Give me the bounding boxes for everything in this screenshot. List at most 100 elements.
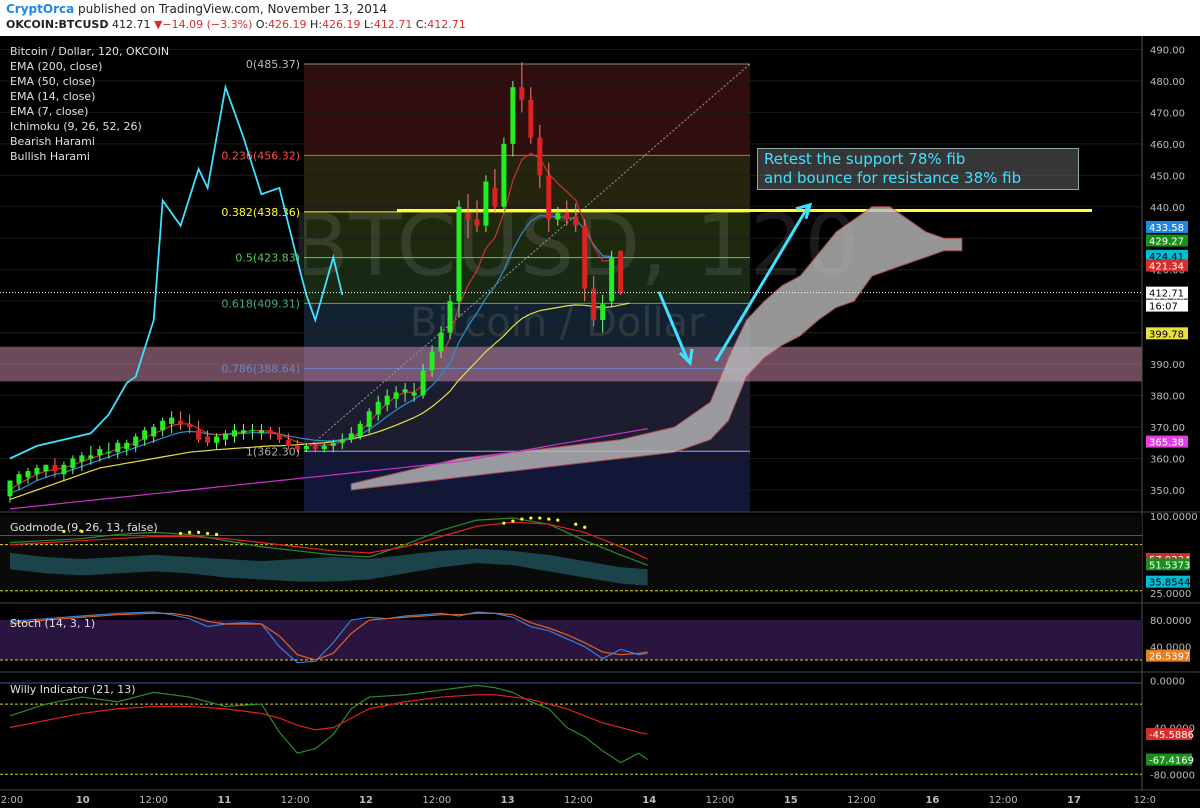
candle-body (339, 439, 345, 443)
candle-body (618, 250, 624, 293)
candle-body (187, 423, 193, 428)
candle-body (411, 392, 417, 396)
candle-body (240, 430, 246, 434)
godmode-dot (214, 532, 219, 537)
godmode-badge-label: 51.5373 (1149, 560, 1190, 571)
candle (618, 250, 624, 295)
candle-body (196, 430, 202, 440)
willy-badge-label: -67.4169 (1149, 756, 1194, 767)
candle-body (124, 442, 130, 450)
candle-body (205, 436, 211, 443)
candle-body (88, 455, 94, 459)
candle-body (214, 436, 220, 443)
candle (609, 250, 615, 308)
willy-badge-label: -45.5886 (1149, 730, 1194, 741)
godmode-y-tick: 25.0000 (1150, 589, 1191, 600)
y-tick-label: 390.00 (1150, 360, 1185, 371)
y-tick-label: 460.00 (1150, 140, 1185, 151)
legend-bearish-harami: Bearish Harami (10, 135, 95, 148)
godmode-dot (547, 517, 551, 521)
legend-ema50: EMA (50, close) (10, 75, 96, 88)
godmode-badge-label: 35.8544 (1149, 578, 1190, 589)
legend-ichimoku: Ichimoku (9, 26, 52, 26) (10, 120, 142, 133)
candle-body (456, 206, 462, 302)
fib-label: 0(485.37) (246, 58, 300, 71)
candle-body (52, 464, 58, 472)
chart-canvas[interactable]: BTCUSD, 120Bitcoin / Dollar0(485.37)0.23… (0, 0, 1200, 808)
candle-body (474, 219, 480, 226)
x-tick-label: 12:00 (422, 795, 451, 806)
candle-body (447, 301, 453, 333)
candle-body (70, 458, 76, 468)
candle-body (25, 471, 31, 478)
candle-body (384, 395, 390, 406)
candle-body (133, 436, 139, 446)
y-tick-label: 370.00 (1150, 423, 1185, 434)
x-tick-label: 10 (76, 795, 90, 806)
candle-body (34, 467, 40, 475)
x-tick-label: 12:00 (989, 795, 1018, 806)
godmode-dot (574, 522, 578, 526)
candle (447, 294, 453, 339)
candle-body (501, 143, 507, 207)
price-badge-label: 421.34 (1149, 261, 1184, 272)
godmode-dot (179, 531, 183, 536)
candle-body (223, 433, 229, 440)
fib-label: 0.618(409.31) (221, 297, 300, 310)
annotation-line-2: and bounce for resistance 38% fib (764, 169, 1022, 187)
godmode-bg (0, 516, 1142, 593)
y-tick-label: 470.00 (1150, 108, 1185, 119)
main-legend: Bitcoin / Dollar, 120, OKCOIN EMA (200, … (10, 44, 169, 164)
candle-body (43, 464, 49, 472)
price-badge-label: 365.38 (1149, 438, 1184, 449)
godmode-dot (188, 530, 192, 534)
y-tick-label: 450.00 (1150, 171, 1185, 182)
candle-body (79, 455, 85, 462)
annotation-box: Retest the support 78% fib and bounce fo… (757, 148, 1079, 190)
godmode-dot (520, 517, 524, 521)
candle-body (232, 430, 237, 437)
x-tick-label: 12:0 (1134, 795, 1156, 806)
x-tick-label: 2:00 (1, 795, 23, 806)
candle-body (348, 433, 354, 440)
x-tick-label: 14 (642, 795, 656, 806)
candle-body (573, 216, 579, 226)
fib-label: 0.5(423.83) (235, 252, 300, 265)
x-tick-label: 12:00 (706, 795, 735, 806)
candle-body (564, 213, 570, 220)
candle-body (330, 442, 336, 446)
candle-body (510, 87, 516, 144)
fib-label: 0.236(456.32) (221, 149, 300, 162)
godmode-dot (556, 518, 560, 522)
willy-y-tick: 0.0000 (1150, 677, 1185, 688)
y-tick-label: 490.00 (1150, 45, 1185, 56)
price-badge-label: 412.71 (1149, 289, 1184, 300)
y-tick-label: 440.00 (1150, 203, 1185, 214)
candle (456, 200, 462, 317)
candle-body (591, 288, 597, 321)
candle-body (483, 181, 489, 226)
legend-ema200: EMA (200, close) (10, 60, 103, 73)
candle-body (276, 433, 282, 440)
candle-body (61, 464, 67, 475)
stoch-badge-label: 26.5397 (1149, 652, 1190, 663)
x-tick-label: 12 (359, 795, 373, 806)
candle-body (7, 480, 13, 497)
candle-body (375, 401, 381, 415)
x-tick-label: 12:00 (847, 795, 876, 806)
candle-body (609, 257, 615, 302)
price-badge-label: 429.27 (1149, 237, 1184, 248)
candle-body (438, 332, 444, 352)
candle-body (151, 427, 157, 437)
candle-body (97, 449, 103, 456)
candle-body (582, 225, 588, 289)
candle-body (519, 87, 525, 100)
y-tick-label: 360.00 (1150, 455, 1185, 466)
godmode-title: Godmode (9, 26, 13, false) (10, 521, 158, 534)
candle-body (294, 445, 300, 450)
candle-body (393, 392, 399, 399)
willy-title: Willy Indicator (21, 13) (10, 683, 136, 696)
right-axis-bg (1142, 36, 1200, 808)
candle-body (465, 213, 471, 220)
candle-body (537, 137, 543, 176)
